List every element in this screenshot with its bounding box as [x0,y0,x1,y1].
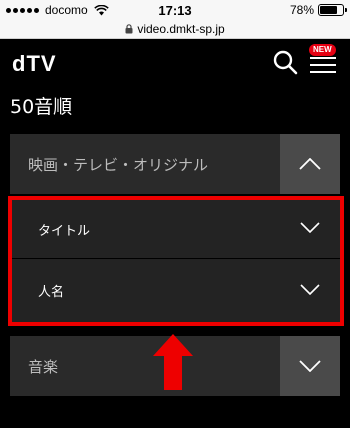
dtv-logo[interactable]: dTV [12,51,57,77]
status-bar: docomo 17:13 78% [0,0,350,20]
list-item-title[interactable]: タイトル [10,198,340,258]
chevron-down-icon [299,360,321,372]
list-item-label: 人名 [38,285,65,300]
page-title: 50音順 [10,96,73,118]
chevron-down-icon [300,284,320,295]
hamburger-icon [310,57,336,59]
collapse-button[interactable] [280,134,340,194]
battery-icon [318,4,347,16]
section-movie-tv-original[interactable]: 映画・テレビ・オリジナル [10,134,340,194]
battery-level [320,6,338,14]
section-label: 音楽 [28,358,59,376]
chevron-up-icon [299,158,321,170]
expand-button[interactable] [280,336,340,396]
arrow-up-icon [153,334,193,390]
lock-icon [125,24,133,34]
search-icon [273,50,298,75]
battery-percent: 78% [289,3,314,17]
search-button[interactable] [272,49,298,75]
status-right: 78% [289,3,347,17]
sub-list: タイトル 人名 [10,198,340,322]
new-badge: NEW [309,44,336,56]
address-bar[interactable]: video.dmkt-sp.jp [0,20,350,39]
list-item-label: タイトル [38,224,91,239]
chevron-down-icon [300,222,320,233]
list-item-person-name[interactable]: 人名 [10,259,340,322]
section-label: 映画・テレビ・オリジナル [28,156,209,174]
url-text: video.dmkt-sp.jp [137,22,225,36]
